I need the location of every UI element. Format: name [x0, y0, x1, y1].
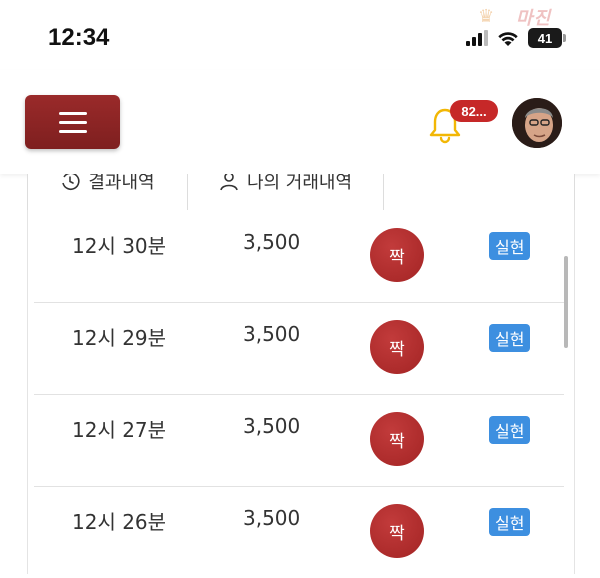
status-time: 12:34	[48, 24, 110, 51]
result-ball: 짝	[370, 412, 424, 466]
list-item[interactable]: 12시 30분 3,500 짝 실현	[34, 210, 564, 303]
avatar-image	[512, 98, 562, 148]
result-ball: 짝	[370, 320, 424, 374]
battery-indicator: 41	[528, 28, 566, 48]
round-time: 12시 27분	[72, 418, 167, 442]
amount: 3,500	[243, 506, 301, 530]
tab-results-label: 결과내역	[88, 174, 155, 193]
hamburger-icon-line	[58, 120, 87, 124]
notification-badge: 82...	[450, 100, 498, 122]
amount: 3,500	[243, 230, 301, 254]
amount: 3,500	[243, 414, 301, 438]
status-icons: 41	[466, 26, 566, 50]
round-time: 12시 29분	[72, 326, 167, 350]
status-badge: 실현	[489, 416, 531, 444]
result-ball: 짝	[370, 228, 424, 282]
tab-third[interactable]	[384, 174, 574, 210]
scrollbar[interactable]	[564, 256, 568, 348]
status-badge: 실현	[489, 232, 531, 260]
result-ball: 짝	[370, 504, 424, 558]
status-bar: 12:34 ♛ 마진 41	[0, 0, 600, 70]
tab-my-trades[interactable]: 나의 거래내역	[188, 174, 384, 210]
crown-icon: ♛	[478, 6, 496, 27]
list-item[interactable]: 12시 27분 3,500 짝 실현	[34, 394, 564, 487]
wifi-icon	[498, 32, 518, 46]
tab-bar: 결과내역 나의 거래내역	[27, 174, 575, 211]
avatar[interactable]	[512, 98, 562, 148]
history-icon	[62, 174, 80, 190]
list-item[interactable]: 12시 29분 3,500 짝 실현	[34, 302, 564, 395]
trade-history-list: 12시 30분 3,500 짝 실현 12시 29분 3,500 짝 실현 12…	[27, 210, 575, 574]
menu-button[interactable]	[25, 95, 120, 149]
signal-icon	[466, 30, 488, 46]
tab-results[interactable]: 결과내역	[28, 174, 188, 210]
amount: 3,500	[243, 322, 301, 346]
user-icon	[220, 174, 238, 191]
notification-button[interactable]: 82...	[428, 100, 498, 144]
list-item[interactable]: 12시 26분 3,500 짝 실현	[34, 486, 564, 578]
hamburger-icon-line	[58, 111, 87, 115]
watermark: ♛ 마진	[476, 2, 596, 29]
status-badge: 실현	[489, 508, 531, 536]
hamburger-icon-line	[58, 129, 87, 133]
round-time: 12시 26분	[72, 510, 167, 534]
app-header: 82...	[0, 70, 600, 174]
tab-my-trades-label: 나의 거래내역	[246, 174, 353, 193]
round-time: 12시 30분	[72, 234, 167, 258]
status-badge: 실현	[489, 324, 531, 352]
